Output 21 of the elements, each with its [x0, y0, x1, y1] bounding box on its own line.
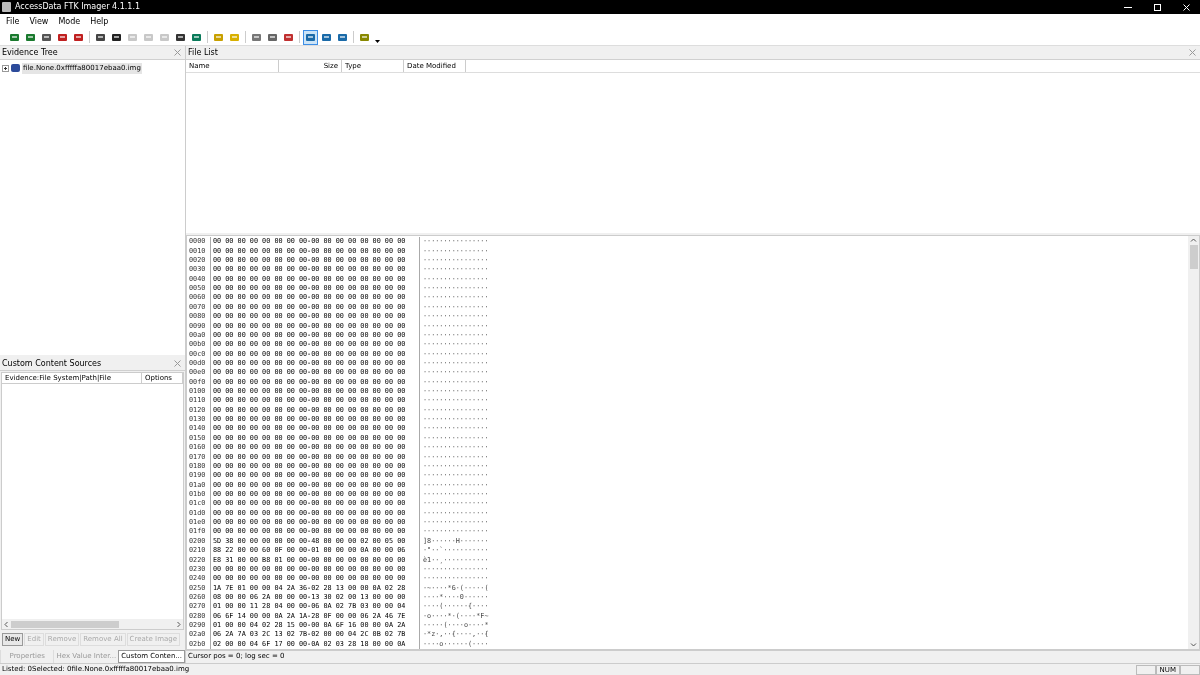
- menu-item[interactable]: View: [29, 15, 49, 28]
- menu-item[interactable]: Mode: [58, 15, 81, 28]
- tool-icon: [305, 31, 316, 43]
- pane-title: Custom Content Sources: [2, 357, 102, 370]
- pane-title: Evidence Tree: [2, 46, 58, 59]
- scrollbar-thumb[interactable]: [11, 620, 119, 628]
- menu-item[interactable]: File: [6, 15, 20, 28]
- app-icon: [2, 2, 11, 12]
- scrollbar-thumb[interactable]: [1189, 245, 1198, 269]
- pane-title: File List: [188, 46, 218, 59]
- expand-icon[interactable]: [2, 64, 9, 72]
- status-indicator: [1135, 664, 1156, 675]
- restore-icon[interactable]: [1154, 3, 1161, 11]
- drive-icon: [11, 64, 20, 73]
- window-title: AccessData FTK Imager 4.1.1.1: [15, 1, 141, 13]
- minimize-icon[interactable]: [1124, 6, 1132, 8]
- status-indicator: [1180, 664, 1200, 675]
- vertical-scrollbar[interactable]: [1188, 236, 1199, 649]
- horizontal-scrollbar[interactable]: [2, 619, 183, 629]
- menu-item[interactable]: Help: [90, 15, 109, 28]
- dropdown-icon[interactable]: [375, 39, 380, 43]
